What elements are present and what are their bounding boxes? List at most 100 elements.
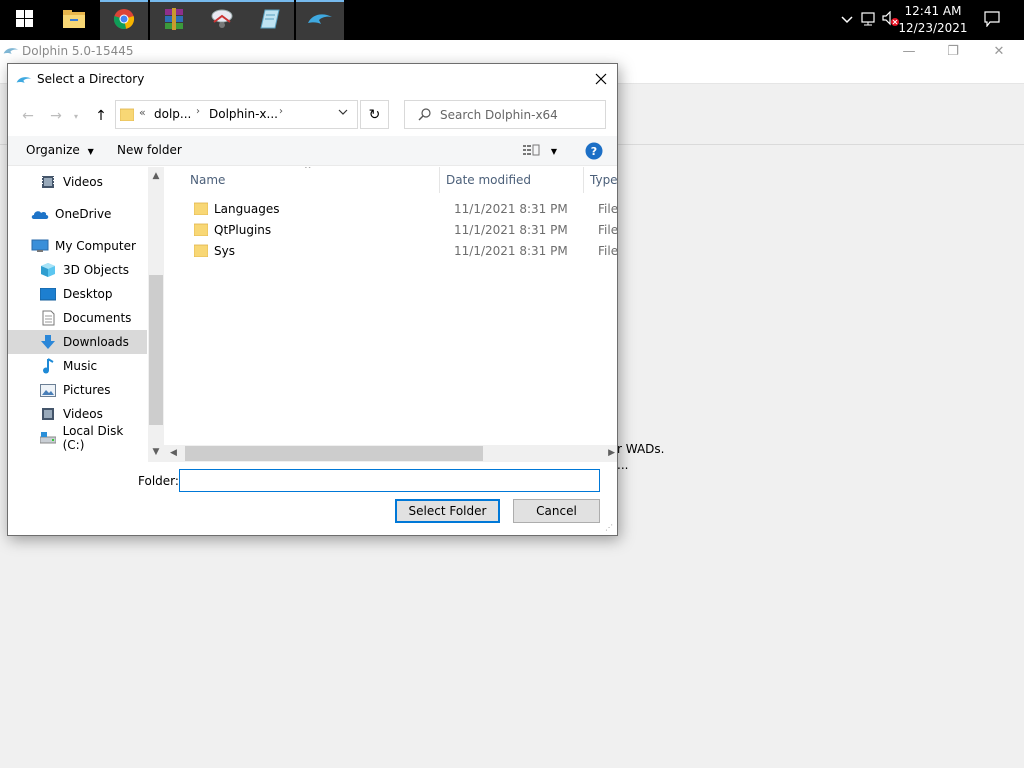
desktop-icon xyxy=(39,286,57,302)
folder-label: Folder: xyxy=(138,474,179,488)
folder-icon xyxy=(193,244,209,258)
scroll-left-icon[interactable]: ◀ xyxy=(170,448,177,458)
start-button[interactable] xyxy=(0,0,48,40)
recent-locations-button[interactable]: ▾ xyxy=(71,107,81,125)
arrow-up-icon: ↑ xyxy=(95,108,107,124)
show-hidden-icons[interactable] xyxy=(836,0,858,40)
close-icon: ✕ xyxy=(993,43,1005,59)
file-date: 11/1/2021 8:31 PM xyxy=(454,202,568,216)
file-row[interactable]: Sys 11/1/2021 8:31 PM File fo xyxy=(184,241,617,262)
scrollbar-thumb[interactable] xyxy=(149,275,163,425)
nav-item-pictures[interactable]: Pictures xyxy=(8,378,147,402)
nav-item-documents[interactable]: Documents xyxy=(8,306,147,330)
back-button[interactable]: ← xyxy=(19,107,37,125)
folder-icon xyxy=(119,107,135,124)
dolphin-window-title: Dolphin 5.0-15445 xyxy=(22,44,134,58)
nav-item-videos-2[interactable]: Videos xyxy=(8,402,147,426)
breadcrumb-separator-icon[interactable]: › xyxy=(196,106,200,117)
select-folder-button[interactable]: Select Folder xyxy=(395,499,500,523)
refresh-button[interactable]: ↻ xyxy=(360,100,389,129)
address-bar[interactable]: « dolp... › Dolphin-x... › xyxy=(115,100,358,129)
clock-time: 12:41 AM xyxy=(904,4,962,18)
column-header-date-modified[interactable]: Date modified xyxy=(440,167,584,193)
chevron-down-icon: ▼ xyxy=(550,147,557,156)
minimize-button[interactable]: — xyxy=(886,40,932,62)
file-type: File fo xyxy=(598,244,617,258)
nav-label: Local Disk (C:) xyxy=(62,424,124,452)
taskbar-dolphin[interactable] xyxy=(296,0,344,40)
maximize-button[interactable]: ❐ xyxy=(930,40,976,62)
scroll-down-icon[interactable]: ▼ xyxy=(150,447,162,459)
search-icon xyxy=(418,108,431,124)
organize-button[interactable]: Organize ▼ xyxy=(26,143,94,157)
nav-item-3d-objects[interactable]: 3D Objects xyxy=(8,258,147,282)
taskbar-app-4[interactable] xyxy=(198,0,246,40)
taskbar-winrar[interactable] xyxy=(150,0,198,40)
network-tray[interactable] xyxy=(858,0,880,40)
folder-icon xyxy=(193,223,209,237)
nav-item-downloads[interactable]: Downloads xyxy=(8,330,147,354)
nav-item-desktop[interactable]: Desktop xyxy=(8,282,147,306)
winrar-icon xyxy=(163,7,185,33)
file-name: Sys xyxy=(214,244,235,258)
dolphin-icon xyxy=(307,11,333,30)
nav-label: Music xyxy=(63,359,98,373)
scroll-right-icon[interactable]: ▶ xyxy=(608,448,615,458)
folder-input[interactable] xyxy=(179,469,600,492)
breadcrumb-item[interactable]: Dolphin-x... xyxy=(209,107,278,121)
nav-item-videos[interactable]: Videos xyxy=(8,170,147,194)
taskbar-app-5[interactable] xyxy=(246,0,294,40)
scrollbar-thumb[interactable] xyxy=(185,446,483,461)
breadcrumb-overflow[interactable]: « xyxy=(139,106,146,119)
nav-label: 3D Objects xyxy=(63,263,130,277)
column-header-type[interactable]: Type xyxy=(584,167,617,193)
pictures-icon xyxy=(39,382,57,398)
file-list: ^ Name Date modified Type Languages 11/1… xyxy=(164,167,617,445)
nav-item-onedrive[interactable]: OneDrive xyxy=(8,202,147,226)
close-button[interactable]: ✕ xyxy=(976,40,1022,62)
file-list-horizontal-scrollbar[interactable]: ◀ ▶ xyxy=(164,445,617,462)
address-dropdown-icon[interactable] xyxy=(338,107,348,118)
help-button[interactable]: ? xyxy=(585,142,603,163)
local-disk-icon xyxy=(39,430,57,446)
search-box[interactable] xyxy=(404,100,606,129)
navigation-pane-scrollbar[interactable]: ▲ ▼ xyxy=(148,167,164,462)
3d-objects-icon xyxy=(39,262,57,278)
nav-item-my-computer[interactable]: My Computer xyxy=(8,234,147,258)
up-button[interactable]: ↑ xyxy=(92,107,110,125)
action-center[interactable] xyxy=(980,0,1004,40)
file-type: File fo xyxy=(598,223,617,237)
file-row[interactable]: QtPlugins 11/1/2021 8:31 PM File fo xyxy=(184,220,617,241)
taskbar-clock[interactable]: 12:41 AM 12/23/2021 xyxy=(898,3,968,37)
scroll-up-icon[interactable]: ▲ xyxy=(150,171,162,183)
search-input[interactable] xyxy=(440,106,600,124)
cancel-button[interactable]: Cancel xyxy=(513,499,600,523)
nav-label: OneDrive xyxy=(55,207,112,221)
breadcrumb-item[interactable]: dolp... xyxy=(154,107,191,121)
resize-grip-icon[interactable]: ⋰ xyxy=(605,523,615,533)
view-options-button[interactable]: ▼ xyxy=(523,144,557,159)
videos-icon xyxy=(39,406,57,422)
new-folder-button[interactable]: New folder xyxy=(117,143,182,157)
nav-label: Pictures xyxy=(63,383,111,397)
breadcrumb-separator-icon[interactable]: › xyxy=(279,106,283,117)
close-icon xyxy=(595,70,607,89)
dialog-close-button[interactable] xyxy=(585,64,617,95)
nav-label: Desktop xyxy=(63,287,113,301)
nav-item-local-disk[interactable]: Local Disk (C:) xyxy=(8,424,147,452)
dolphin-background-text: r WADs. xyxy=(617,442,665,456)
notepad-icon xyxy=(259,8,281,33)
column-header-name[interactable]: Name xyxy=(184,167,440,193)
file-row[interactable]: Languages 11/1/2021 8:31 PM File fo xyxy=(184,199,617,220)
chrome-icon xyxy=(113,8,135,33)
dolphin-background-text-2: ... xyxy=(617,458,629,472)
music-icon xyxy=(39,358,57,374)
taskbar-chrome[interactable] xyxy=(100,0,148,40)
nav-item-music[interactable]: Music xyxy=(8,354,147,378)
navigation-pane: Videos OneDrive My Computer 3D Objects D… xyxy=(8,167,164,462)
taskbar-file-explorer[interactable] xyxy=(50,0,98,40)
minimize-icon: — xyxy=(902,43,916,59)
forward-button[interactable]: → xyxy=(47,107,65,125)
clock-date: 12/23/2021 xyxy=(898,21,968,35)
chevron-up-icon xyxy=(841,13,853,27)
